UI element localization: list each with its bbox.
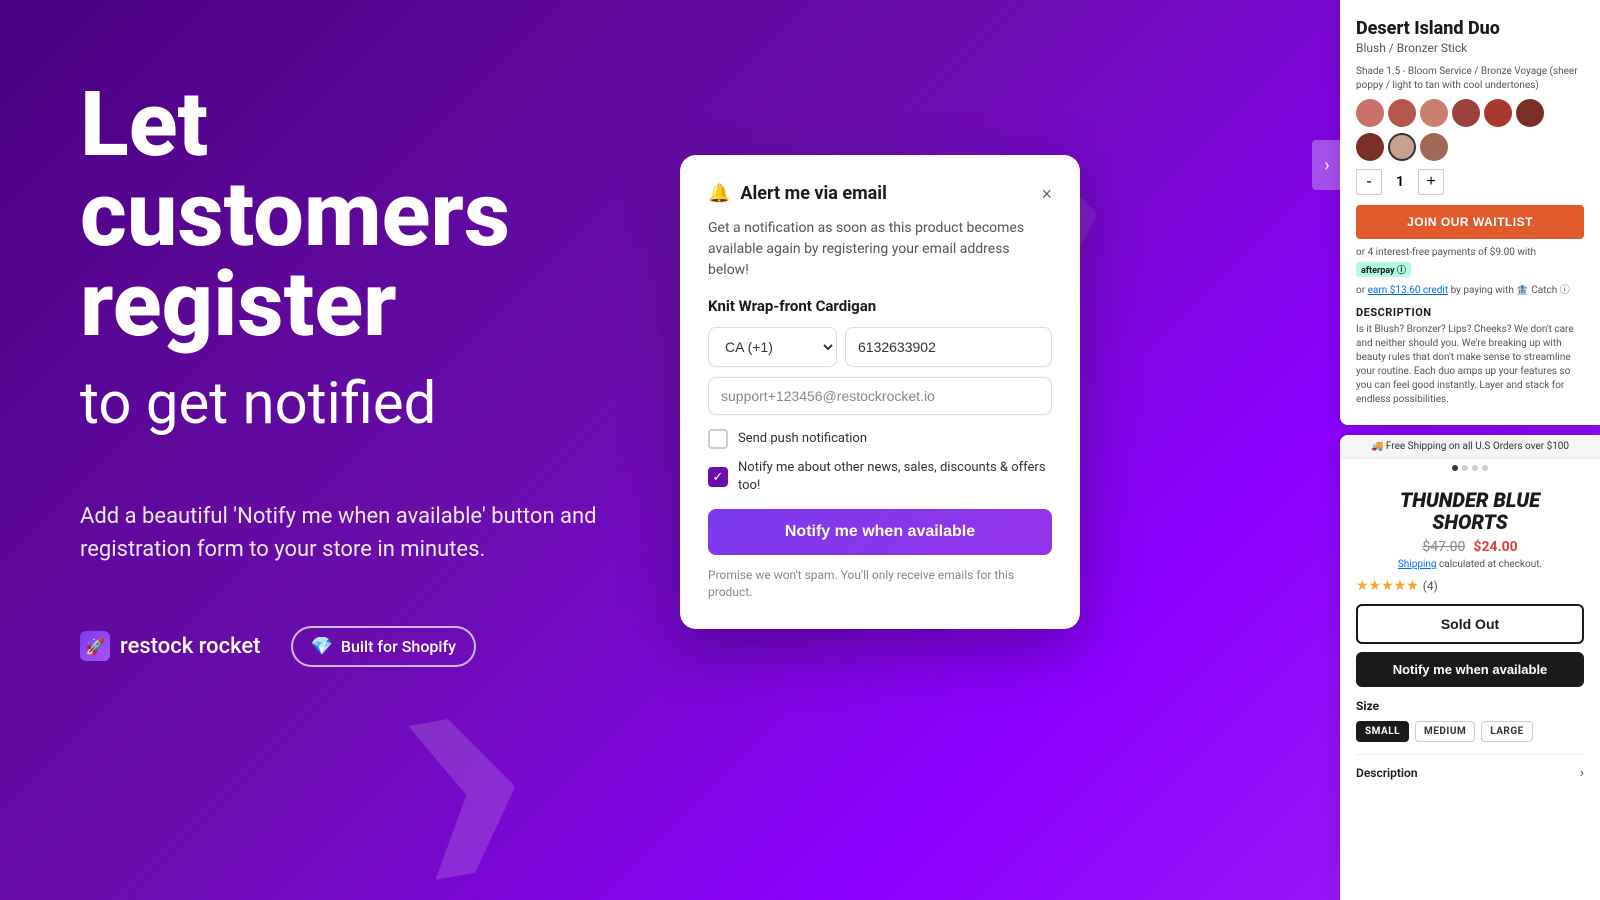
description-title: DESCRIPTION (1356, 306, 1584, 319)
modal-description: Get a notification as soon as this produ… (708, 218, 1052, 281)
size-label: Size (1356, 699, 1584, 713)
left-section: Let customers register to get notified A… (80, 80, 600, 667)
size-medium[interactable]: MEDIUM (1415, 721, 1475, 742)
qty-minus-button[interactable]: - (1356, 169, 1382, 195)
gem-icon: 💎 (311, 636, 333, 657)
qty-plus-button[interactable]: + (1418, 169, 1444, 195)
bell-icon: 🔔 (708, 183, 730, 204)
swatches-row2 (1356, 133, 1584, 161)
modal-title: 🔔 Alert me via email (708, 183, 887, 204)
swatch-7[interactable] (1356, 133, 1384, 161)
stars: ★★★★★ (1356, 578, 1419, 594)
free-shipping-bar: 🚚 Free Shipping on all U.S Orders over $… (1340, 435, 1600, 459)
qty-value: 1 (1390, 174, 1410, 190)
sub-headline: to get notified (80, 370, 600, 440)
afterpay-badge: afterpay ⓘ (1356, 262, 1411, 277)
waitlist-button[interactable]: JOIN OUR WAITLIST (1356, 205, 1584, 239)
ratings-row: ★★★★★ (4) (1356, 578, 1584, 594)
shipping-link[interactable]: Shipping (1398, 559, 1437, 570)
panel-bottom-content: THUNDER BLUE SHORTS $47.00 $24.00 Shippi… (1340, 477, 1600, 793)
right-panels: Desert Island Duo Blush / Bronzer Stick … (1340, 0, 1600, 900)
image-dots (1340, 459, 1600, 477)
email-input[interactable] (708, 377, 1052, 415)
swatch-4[interactable] (1452, 99, 1480, 127)
marketing-row: ✓ Notify me about other news, sales, dis… (708, 459, 1052, 495)
desc-row-label: Description (1356, 766, 1418, 780)
swatch-6[interactable] (1516, 99, 1544, 127)
afterpay-badge-row: afterpay ⓘ (1356, 262, 1584, 277)
brand-logo: 🚀 restock rocket (80, 631, 261, 661)
catch-row: or earn $13.60 credit by paying with 🏦 C… (1356, 281, 1584, 296)
dot-2[interactable] (1462, 465, 1468, 471)
thunder-product-title: THUNDER BLUE SHORTS (1356, 489, 1584, 533)
shade-label: Shade 1.5 - Bloom Service / Bronze Voyag… (1356, 65, 1584, 93)
size-small[interactable]: SMALL (1356, 721, 1409, 742)
reviews-count: (4) (1423, 579, 1438, 593)
marketing-checkbox[interactable]: ✓ (708, 467, 728, 487)
spam-note: Promise we won't spam. You'll only recei… (708, 567, 1052, 601)
catch-credit-link[interactable]: earn $13.60 credit (1368, 285, 1449, 296)
modal-product-name: Knit Wrap-front Cardigan (708, 297, 1052, 315)
dot-4[interactable] (1482, 465, 1488, 471)
chevron-down-icon: › (1580, 765, 1584, 781)
shipping-calc: Shipping calculated at checkout. (1356, 559, 1584, 570)
nav-arrow-right[interactable]: › (1312, 140, 1342, 190)
marketing-label: Notify me about other news, sales, disco… (738, 459, 1052, 495)
push-notification-row: Send push notification (708, 429, 1052, 449)
notify-available-button[interactable]: Notify me when available (708, 509, 1052, 555)
size-options: SMALL MEDIUM LARGE (1356, 721, 1584, 742)
price-row: $47.00 $24.00 (1356, 539, 1584, 555)
afterpay-text: or 4 interest-free payments of $9.00 wit… (1356, 247, 1536, 258)
swatch-3[interactable] (1420, 99, 1448, 127)
rocket-icon: 🚀 (80, 631, 110, 661)
panel-thunder-blue-shorts: 🚚 Free Shipping on all U.S Orders over $… (1340, 435, 1600, 900)
old-price: $47.00 (1422, 539, 1465, 555)
description-accordion[interactable]: Description › (1356, 754, 1584, 781)
quantity-row: - 1 + (1356, 169, 1584, 195)
brand-row: 🚀 restock rocket 💎 Built for Shopify (80, 626, 600, 667)
brand-name: restock rocket (120, 634, 261, 659)
swatch-2[interactable] (1388, 99, 1416, 127)
dot-3[interactable] (1472, 465, 1478, 471)
description-body: Is it Blush? Bronzer? Lips? Cheeks? We d… (1356, 323, 1584, 407)
afterpay-row: or 4 interest-free payments of $9.00 wit… (1356, 247, 1584, 258)
shopify-badge: 💎 Built for Shopify (291, 626, 476, 667)
swatch-8-selected[interactable] (1388, 133, 1416, 161)
phone-country-select[interactable]: CA (+1) (708, 327, 837, 367)
panel-desert-island-duo: Desert Island Duo Blush / Bronzer Stick … (1340, 0, 1600, 425)
main-headline: Let customers register (80, 80, 600, 350)
push-notification-checkbox[interactable] (708, 429, 728, 449)
phone-number-input[interactable] (845, 327, 1052, 367)
shopify-badge-label: Built for Shopify (341, 637, 456, 656)
sold-out-button[interactable]: Sold Out (1356, 604, 1584, 644)
new-price: $24.00 (1473, 539, 1517, 555)
swatch-1[interactable] (1356, 99, 1384, 127)
dot-1[interactable] (1452, 465, 1458, 471)
modal-close-button[interactable]: × (1041, 185, 1052, 203)
notify-available-bottom-button[interactable]: Notify me when available (1356, 652, 1584, 687)
size-large[interactable]: LARGE (1481, 721, 1533, 742)
swatches-row1 (1356, 99, 1584, 127)
phone-row: CA (+1) (708, 327, 1052, 367)
swatch-5[interactable] (1484, 99, 1512, 127)
alert-modal: 🔔 Alert me via email × Get a notificatio… (680, 155, 1080, 629)
panel-product-title: Desert Island Duo (1356, 18, 1584, 39)
panel-product-subtitle: Blush / Bronzer Stick (1356, 41, 1584, 55)
modal-header: 🔔 Alert me via email × (708, 183, 1052, 204)
description-text: Add a beautiful 'Notify me when availabl… (80, 500, 600, 566)
swatch-9[interactable] (1420, 133, 1448, 161)
push-notification-label: Send push notification (738, 430, 867, 448)
